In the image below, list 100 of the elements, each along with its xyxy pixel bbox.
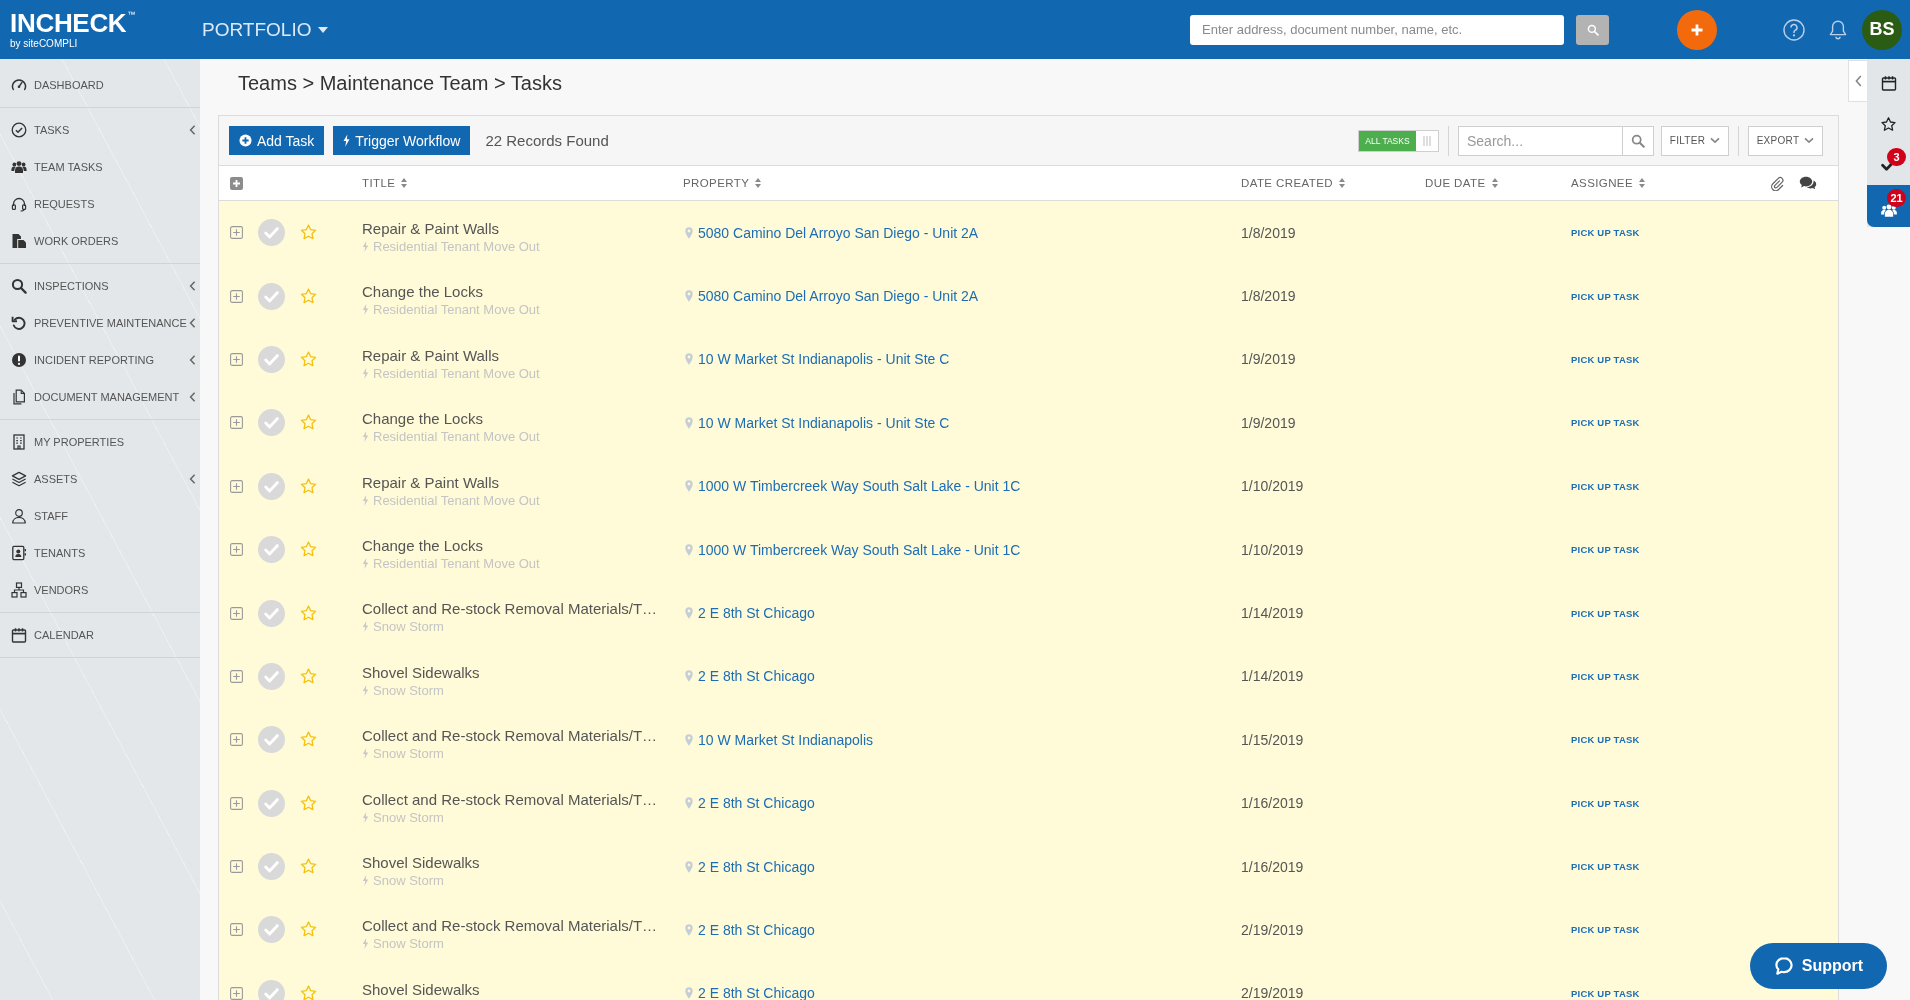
check-circle-icon[interactable] [258,536,285,564]
task-title[interactable]: Change the Locks [362,536,483,555]
sidebar-item[interactable]: REQUESTS [0,185,200,222]
property-link[interactable]: 1000 W Timbercreek Way South Salt Lake - Unit 1C [698,479,1021,494]
pick-up-task-link[interactable]: PICK UP TASK [1571,924,1640,936]
star-icon[interactable] [299,287,317,305]
property-link[interactable]: 5080 Camino Del Arroyo San Diego - Unit 2A [698,225,979,240]
property-link[interactable]: 2 E 8th St Chicago [698,606,815,621]
search-button[interactable] [1623,125,1654,156]
column-header[interactable]: PROPERTY [683,177,762,189]
task-title[interactable]: Repair & Paint Walls [362,473,499,492]
plus-square-icon[interactable] [229,860,243,874]
star-icon[interactable] [299,604,317,622]
column-header[interactable]: DATE CREATED [1241,177,1345,189]
pick-up-task-link[interactable]: PICK UP TASK [1571,290,1640,302]
plus-square-icon[interactable] [229,416,243,430]
task-title[interactable]: Collect and Re-stock Removal Materials/T… [362,600,658,619]
star-icon[interactable] [299,477,317,495]
task-title[interactable]: Shovel Sidewalks [362,663,480,682]
column-header[interactable]: TITLE [362,177,408,189]
pick-up-task-link[interactable]: PICK UP TASK [1571,734,1640,746]
property-link[interactable]: 2 E 8th St Chicago [698,923,815,937]
task-title[interactable]: Repair & Paint Walls [362,220,499,238]
pick-up-task-link[interactable]: PICK UP TASK [1571,227,1640,239]
search-button[interactable] [1576,14,1609,45]
search-field[interactable]: Enter address, document number, name, etc. [1190,14,1564,45]
property-link[interactable]: 5080 Camino Del Arroyo San Diego - Unit 2A [698,289,979,304]
sidebar-item[interactable]: INSPECTIONS [0,267,200,304]
property-link[interactable]: 1000 W Timbercreek Way South Salt Lake - Unit 1C [698,542,1021,557]
check-circle-icon[interactable] [258,345,285,373]
pick-up-task-link[interactable]: PICK UP TASK [1571,480,1640,492]
sidebar-item[interactable]: DOCUMENT MANAGEMENT [0,378,200,415]
plus-square-icon[interactable] [229,796,243,810]
star-icon[interactable] [299,731,317,749]
check-circle-icon[interactable] [258,599,285,627]
plus-square-icon[interactable] [229,226,243,240]
star-icon[interactable] [299,541,317,559]
pick-up-task-link[interactable]: PICK UP TASK [1571,797,1640,809]
star-icon[interactable] [299,794,317,812]
add-task-button[interactable]: Add Task [229,126,325,155]
pick-up-task-link[interactable]: PICK UP TASK [1571,861,1640,873]
plus-square-icon[interactable] [229,986,243,1000]
check-circle-icon[interactable] [258,726,285,754]
pick-up-task-link[interactable]: PICK UP TASK [1571,544,1640,556]
property-link[interactable]: 10 W Market St Indianapolis - Unit Ste C [698,415,950,430]
rail-tab[interactable]: 3 [1867,144,1910,185]
sidebar-item[interactable]: MY PROPERTIES [0,423,200,460]
help-icon[interactable] [1783,18,1805,41]
sidebar-item[interactable]: DASHBOARD [0,66,200,103]
check-circle-icon[interactable] [258,472,285,500]
filter-dropdown[interactable]: FILTER [1661,125,1729,156]
bell-icon[interactable] [1828,18,1848,41]
property-link[interactable]: 2 E 8th St Chicago [698,669,815,684]
sidebar-item[interactable]: PREVENTIVE MAINTENANCE [0,304,200,341]
sidebar-item[interactable]: TENANTS [0,534,200,571]
star-icon[interactable] [299,984,317,1000]
plus-square-icon[interactable] [229,176,243,190]
star-icon[interactable] [299,224,317,242]
check-circle-icon[interactable] [258,219,285,247]
task-title[interactable]: Shovel Sidewalks [362,853,480,872]
search-field[interactable]: Search... [1458,125,1623,156]
plus-square-icon[interactable] [229,606,243,620]
task-title[interactable]: Shovel Sidewalks [362,980,480,999]
task-title[interactable]: Change the Locks [362,410,483,429]
star-icon[interactable] [299,921,317,939]
check-circle-icon[interactable] [258,789,285,817]
pick-up-task-link[interactable]: PICK UP TASK [1571,670,1640,682]
check-circle-icon[interactable] [258,282,285,310]
plus-square-icon[interactable] [229,289,243,303]
check-circle-icon[interactable] [258,662,285,690]
plus-square-icon[interactable] [229,923,243,937]
export-dropdown[interactable]: EXPORT [1748,125,1823,156]
star-icon[interactable] [299,350,317,368]
pick-up-task-link[interactable]: PICK UP TASK [1571,987,1640,999]
plus-square-icon[interactable] [229,479,243,493]
sidebar-item[interactable]: CALENDAR [0,616,200,653]
plus-square-icon[interactable] [229,733,243,747]
pick-up-task-link[interactable]: PICK UP TASK [1571,353,1640,365]
task-title[interactable]: Collect and Re-stock Removal Materials/T… [362,917,658,936]
task-title[interactable]: Collect and Re-stock Removal Materials/T… [362,727,658,746]
plus-square-icon[interactable] [229,669,243,683]
sidebar-item[interactable]: VENDORS [0,571,200,608]
trigger-workflow-button[interactable]: Trigger Workflow [333,126,471,155]
star-icon[interactable] [299,858,317,876]
sidebar-item[interactable]: INCIDENT REPORTING [0,341,200,378]
check-circle-icon[interactable] [258,853,285,881]
sidebar-item[interactable]: WORK ORDERS [0,222,200,259]
avatar[interactable]: BS [1862,9,1902,50]
column-header[interactable]: ASSIGNEE [1571,177,1645,189]
rail-tab[interactable]: 21 [1867,185,1910,227]
add-button[interactable] [1677,9,1717,50]
plus-square-icon[interactable] [229,352,243,366]
task-title[interactable]: Repair & Paint Walls [362,346,499,365]
property-link[interactable]: 10 W Market St Indianapolis [698,732,874,747]
property-link[interactable]: 2 E 8th St Chicago [698,796,815,811]
task-title[interactable]: Collect and Re-stock Removal Materials/T… [362,790,658,809]
sidebar-item[interactable]: TEAM TASKS [0,148,200,185]
plus-square-icon[interactable] [229,543,243,557]
portfolio-dropdown[interactable]: PORTFOLIO [202,14,329,45]
property-link[interactable]: 10 W Market St Indianapolis - Unit Ste C [698,352,950,367]
